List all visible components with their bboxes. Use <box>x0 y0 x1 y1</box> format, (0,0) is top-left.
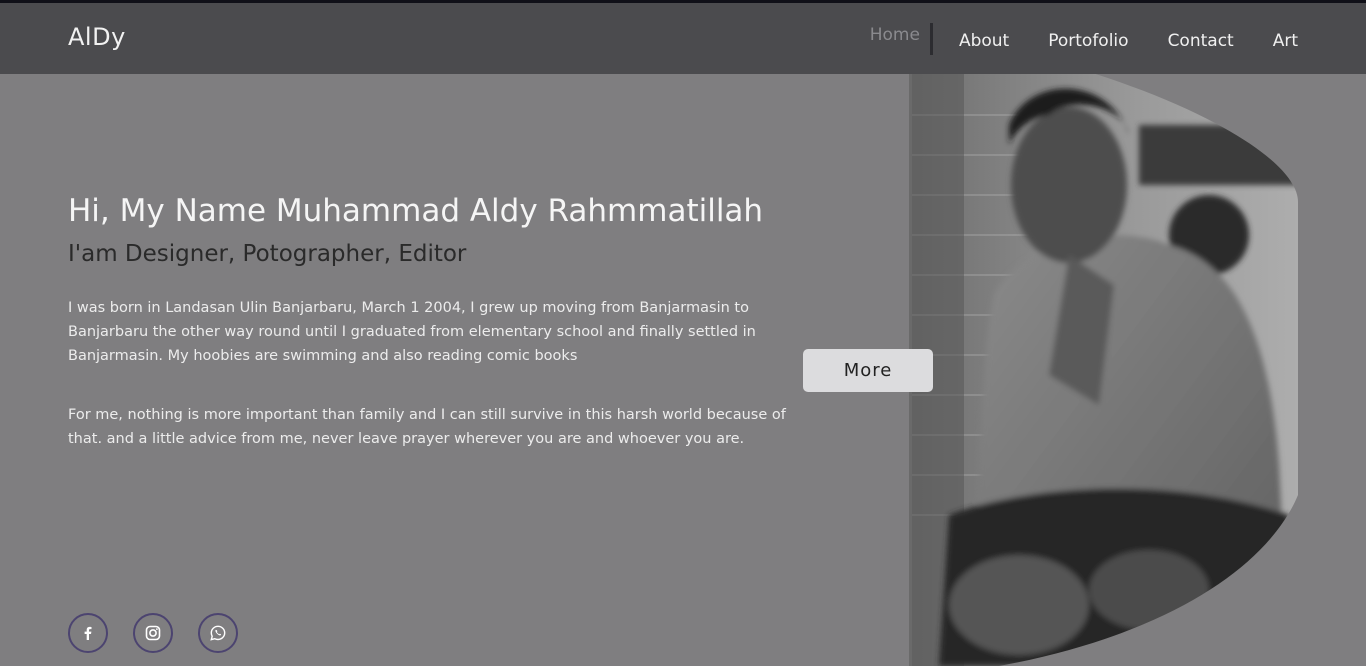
profile-photo-image <box>909 45 1298 666</box>
more-button[interactable]: More <box>803 349 933 392</box>
facebook-link[interactable] <box>68 613 108 653</box>
nav-about[interactable]: About <box>959 31 1009 51</box>
nav-contact[interactable]: Contact <box>1168 31 1234 51</box>
navbar: AlDy Home About Portofolio Contact Art <box>0 3 1366 74</box>
nav-home[interactable]: Home <box>870 23 933 55</box>
whatsapp-link[interactable] <box>198 613 238 653</box>
hero-headline: Hi, My Name Muhammad Aldy Rahmmatillah <box>68 193 764 229</box>
site-logo[interactable]: AlDy <box>68 23 126 51</box>
page: AlDy Home About Portofolio Contact Art H… <box>0 0 1366 666</box>
facebook-icon <box>84 626 92 640</box>
nav-portofolio[interactable]: Portofolio <box>1048 31 1128 51</box>
social-links <box>68 613 263 653</box>
profile-photo <box>909 45 1366 666</box>
hero-subheadline: I'am Designer, Potographer, Editor <box>68 241 467 267</box>
bio-paragraph-2: For me, nothing is more important than f… <box>68 407 786 447</box>
nav-links: Home About Portofolio Contact Art <box>870 23 1298 55</box>
bio-paragraph-1: I was born in Landasan Ulin Banjarbaru, … <box>68 300 756 364</box>
nav-art[interactable]: Art <box>1273 31 1298 51</box>
instagram-link[interactable] <box>133 613 173 653</box>
whatsapp-icon <box>210 625 226 641</box>
instagram-icon <box>145 625 161 641</box>
